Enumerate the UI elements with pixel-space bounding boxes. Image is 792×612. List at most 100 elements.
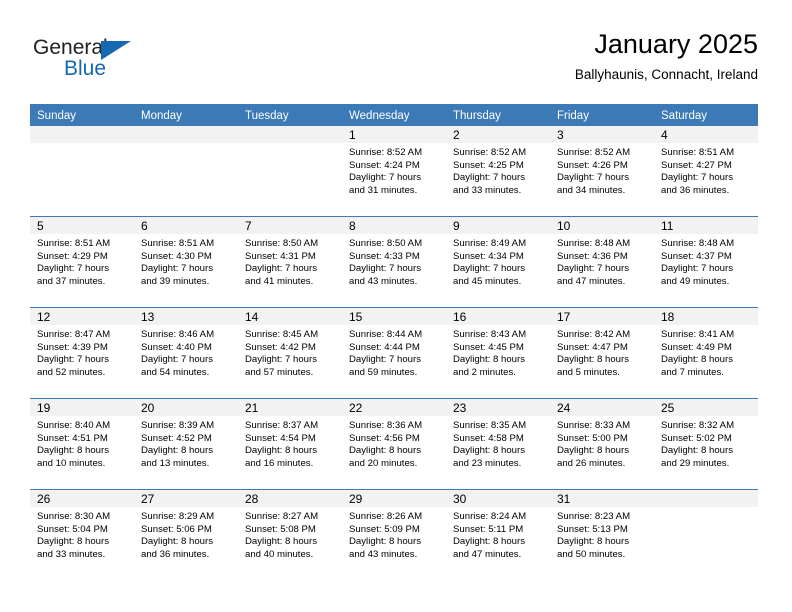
calendar-day-cell[interactable]: 17 Sunrise: 8:42 AM Sunset: 4:47 PM Dayligh… (550, 307, 654, 399)
sunset-text: Sunset: 4:37 PM (661, 250, 732, 262)
calendar-day-cell[interactable]: 13 Sunrise: 8:46 AM Sunset: 4:40 PM Dayligh… (134, 307, 238, 399)
daylight-text-line2: and 49 minutes. (661, 275, 730, 287)
daylight-text-line2: and 52 minutes. (37, 366, 106, 378)
sunset-text: Sunset: 4:47 PM (557, 341, 628, 353)
daylight-text-line2: and 34 minutes. (557, 184, 626, 196)
sunset-text: Sunset: 5:08 PM (245, 523, 316, 535)
sunset-text: Sunset: 4:34 PM (453, 250, 524, 262)
calendar-day-cell[interactable]: 14 Sunrise: 8:45 AM Sunset: 4:42 PM Dayligh… (238, 307, 342, 399)
calendar-week-row: 5 Sunrise: 8:51 AM Sunset: 4:29 PM Daylight… (30, 216, 758, 308)
weekday-header-wednesday: Wednesday (342, 104, 446, 126)
calendar-day-cell[interactable]: 8 Sunrise: 8:50 AM Sunset: 4:33 PM Daylight… (342, 216, 446, 308)
day-details: Sunrise: 8:26 AM Sunset: 5:09 PM Daylight:… (342, 507, 446, 561)
sunset-text: Sunset: 4:42 PM (245, 341, 316, 353)
daylight-text-line1: Daylight: 7 hours (245, 263, 317, 275)
day-details: Sunrise: 8:40 AM Sunset: 4:51 PM Daylight:… (30, 416, 134, 470)
day-number: 23 (446, 399, 550, 416)
general-blue-logo[interactable]: General Blue (33, 36, 253, 88)
day-number: 18 (654, 308, 758, 325)
sunset-text: Sunset: 5:02 PM (661, 432, 732, 444)
day-number: 8 (342, 217, 446, 234)
day-details: Sunrise: 8:33 AM Sunset: 5:00 PM Daylight:… (550, 416, 654, 470)
calendar-day-cell[interactable]: 19 Sunrise: 8:40 AM Sunset: 4:51 PM Dayligh… (30, 398, 134, 490)
calendar-day-cell[interactable]: 22 Sunrise: 8:36 AM Sunset: 4:56 PM Dayligh… (342, 398, 446, 490)
daylight-text-line2: and 43 minutes. (349, 275, 418, 287)
day-number: 24 (550, 399, 654, 416)
day-number: 14 (238, 308, 342, 325)
day-number: 1 (342, 126, 446, 143)
sunrise-text: Sunrise: 8:40 AM (37, 420, 111, 431)
sunrise-text: Sunrise: 8:24 AM (453, 511, 527, 522)
calendar-day-cell[interactable]: 15 Sunrise: 8:44 AM Sunset: 4:44 PM Dayligh… (342, 307, 446, 399)
sunrise-text: Sunrise: 8:52 AM (557, 147, 631, 158)
calendar-day-cell[interactable]: 31 Sunrise: 8:23 AM Sunset: 5:13 PM Dayligh… (550, 489, 654, 580)
calendar-day-cell[interactable]: 24 Sunrise: 8:33 AM Sunset: 5:00 PM Dayligh… (550, 398, 654, 490)
sunrise-text: Sunrise: 8:50 AM (245, 238, 319, 249)
calendar-day-cell[interactable]: 7 Sunrise: 8:50 AM Sunset: 4:31 PM Daylight… (238, 216, 342, 308)
calendar-day-cell[interactable]: 27 Sunrise: 8:29 AM Sunset: 5:06 PM Dayligh… (134, 489, 238, 580)
sunrise-text: Sunrise: 8:52 AM (349, 147, 423, 158)
calendar-day-cell[interactable]: 6 Sunrise: 8:51 AM Sunset: 4:30 PM Daylight… (134, 216, 238, 308)
sunrise-text: Sunrise: 8:52 AM (453, 147, 527, 158)
calendar-day-cell[interactable]: 30 Sunrise: 8:24 AM Sunset: 5:11 PM Dayligh… (446, 489, 550, 580)
day-details: Sunrise: 8:24 AM Sunset: 5:11 PM Daylight:… (446, 507, 550, 561)
daylight-text-line2: and 7 minutes. (661, 366, 724, 378)
calendar-day-cell[interactable]: 16 Sunrise: 8:43 AM Sunset: 4:45 PM Dayligh… (446, 307, 550, 399)
day-number: 21 (238, 399, 342, 416)
calendar-day-cell[interactable]: 25 Sunrise: 8:32 AM Sunset: 5:02 PM Dayligh… (654, 398, 758, 490)
calendar-day-cell-empty (30, 126, 134, 217)
calendar-day-cell[interactable]: 23 Sunrise: 8:35 AM Sunset: 4:58 PM Dayligh… (446, 398, 550, 490)
sunset-text: Sunset: 4:33 PM (349, 250, 420, 262)
sunrise-text: Sunrise: 8:49 AM (453, 238, 527, 249)
daylight-text-line2: and 33 minutes. (453, 184, 522, 196)
calendar-day-cell[interactable]: 5 Sunrise: 8:51 AM Sunset: 4:29 PM Daylight… (30, 216, 134, 308)
sunrise-text: Sunrise: 8:48 AM (557, 238, 631, 249)
calendar-day-cell[interactable]: 11 Sunrise: 8:48 AM Sunset: 4:37 PM Dayligh… (654, 216, 758, 308)
sunset-text: Sunset: 4:40 PM (141, 341, 212, 353)
sunset-text: Sunset: 4:29 PM (37, 250, 108, 262)
calendar-day-cell[interactable]: 3 Sunrise: 8:52 AM Sunset: 4:26 PM Daylight… (550, 126, 654, 217)
daylight-text-line1: Daylight: 7 hours (453, 263, 525, 275)
daylight-text-line2: and 23 minutes. (453, 457, 522, 469)
calendar-day-cell[interactable]: 18 Sunrise: 8:41 AM Sunset: 4:49 PM Dayligh… (654, 307, 758, 399)
daylight-text-line1: Daylight: 8 hours (349, 445, 421, 457)
weekday-header-thursday: Thursday (446, 104, 550, 126)
sunset-text: Sunset: 4:39 PM (37, 341, 108, 353)
day-number-band (134, 126, 238, 143)
sunrise-text: Sunrise: 8:36 AM (349, 420, 423, 431)
daylight-text-line1: Daylight: 8 hours (37, 445, 109, 457)
sunrise-text: Sunrise: 8:50 AM (349, 238, 423, 249)
daylight-text-line2: and 45 minutes. (453, 275, 522, 287)
calendar-day-cell[interactable]: 20 Sunrise: 8:39 AM Sunset: 4:52 PM Dayligh… (134, 398, 238, 490)
sunset-text: Sunset: 5:09 PM (349, 523, 420, 535)
calendar-head: Sunday Monday Tuesday Wednesday Thursday… (30, 104, 758, 126)
day-details: Sunrise: 8:29 AM Sunset: 5:06 PM Daylight:… (134, 507, 238, 561)
day-number: 4 (654, 126, 758, 143)
weekday-header-sunday: Sunday (30, 104, 134, 126)
day-details: Sunrise: 8:41 AM Sunset: 4:49 PM Daylight:… (654, 325, 758, 379)
calendar-day-cell[interactable]: 4 Sunrise: 8:51 AM Sunset: 4:27 PM Daylight… (654, 126, 758, 217)
daylight-text-line2: and 59 minutes. (349, 366, 418, 378)
calendar-day-cell[interactable]: 1 Sunrise: 8:52 AM Sunset: 4:24 PM Daylight… (342, 126, 446, 217)
calendar-day-cell[interactable]: 26 Sunrise: 8:30 AM Sunset: 5:04 PM Dayligh… (30, 489, 134, 580)
sunrise-text: Sunrise: 8:26 AM (349, 511, 423, 522)
daylight-text-line2: and 36 minutes. (661, 184, 730, 196)
calendar-day-cell[interactable]: 10 Sunrise: 8:48 AM Sunset: 4:36 PM Dayligh… (550, 216, 654, 308)
calendar-day-cell[interactable]: 21 Sunrise: 8:37 AM Sunset: 4:54 PM Dayligh… (238, 398, 342, 490)
calendar-day-cell[interactable]: 28 Sunrise: 8:27 AM Sunset: 5:08 PM Dayligh… (238, 489, 342, 580)
daylight-text-line1: Daylight: 7 hours (141, 354, 213, 366)
calendar-day-cell[interactable]: 29 Sunrise: 8:26 AM Sunset: 5:09 PM Dayligh… (342, 489, 446, 580)
sunset-text: Sunset: 4:44 PM (349, 341, 420, 353)
day-details: Sunrise: 8:51 AM Sunset: 4:30 PM Daylight:… (134, 234, 238, 288)
day-details: Sunrise: 8:52 AM Sunset: 4:26 PM Daylight:… (550, 143, 654, 197)
daylight-text-line1: Daylight: 7 hours (557, 172, 629, 184)
calendar-day-cell[interactable]: 2 Sunrise: 8:52 AM Sunset: 4:25 PM Daylight… (446, 126, 550, 217)
daylight-text-line2: and 36 minutes. (141, 548, 210, 560)
daylight-text-line2: and 43 minutes. (349, 548, 418, 560)
calendar-day-cell[interactable]: 12 Sunrise: 8:47 AM Sunset: 4:39 PM Dayligh… (30, 307, 134, 399)
calendar-day-cell[interactable]: 9 Sunrise: 8:49 AM Sunset: 4:34 PM Daylight… (446, 216, 550, 308)
daylight-text-line1: Daylight: 8 hours (557, 354, 629, 366)
daylight-text-line1: Daylight: 8 hours (453, 536, 525, 548)
day-number-band (30, 126, 134, 143)
daylight-text-line2: and 47 minutes. (453, 548, 522, 560)
